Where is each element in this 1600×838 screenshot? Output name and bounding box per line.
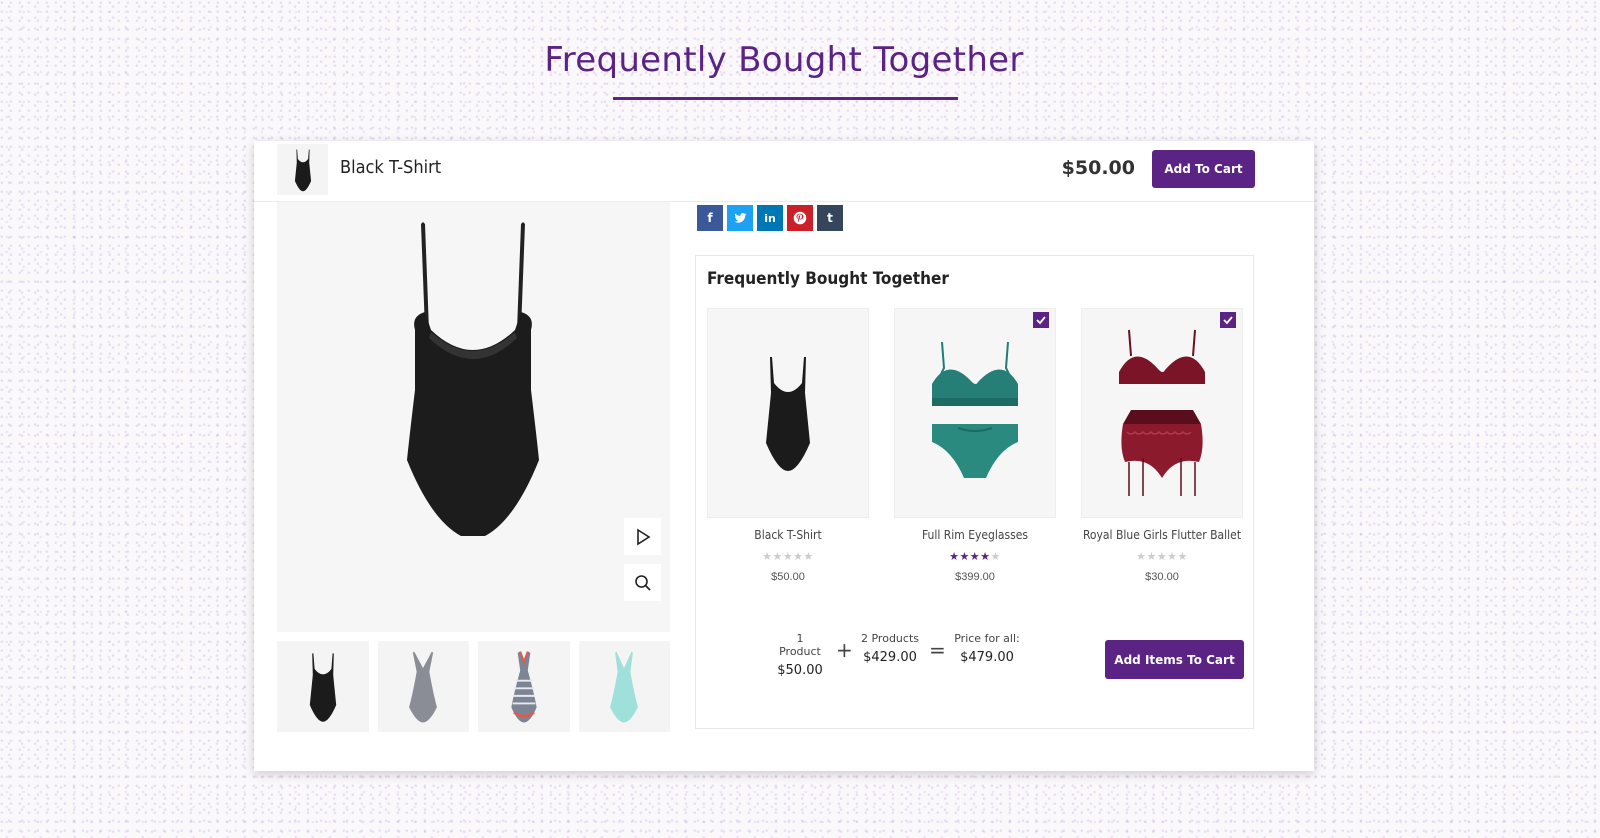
summary-second-label: 2 Products — [861, 632, 919, 645]
thumbnail-mint-swimsuit[interactable] — [578, 641, 670, 732]
summary-total: Price for all: $479.00 — [952, 632, 1022, 665]
thumbnail-grey-swimsuit[interactable] — [377, 641, 469, 732]
sticky-product-name: Black T-Shirt — [340, 157, 442, 178]
twitter-icon[interactable] — [727, 205, 753, 231]
rating-stars: ★★★★★ — [1136, 551, 1188, 563]
equals-sign: = — [929, 638, 946, 662]
fbt-item-checkbox[interactable] — [1033, 312, 1049, 328]
summary-first-label: 1 Product — [779, 632, 821, 658]
fbt-item-price: $30.00 — [1145, 571, 1179, 583]
fbt-item: Black T-Shirt ★★★★★ $50.00 — [707, 308, 869, 583]
fbt-item: Royal Blue Girls Flutter Ballet ★★★★★ $3… — [1081, 308, 1243, 583]
fbt-heading: Frequently Bought Together — [707, 269, 949, 289]
social-share-bar: f in t — [697, 205, 843, 231]
fbt-widget: Frequently Bought Together Black T-Shirt… — [695, 255, 1254, 729]
burgundy-lingerie-image — [1119, 329, 1205, 496]
sticky-product-price: $50.00 — [1061, 157, 1135, 179]
summary-first-value: $50.00 — [777, 663, 823, 678]
fbt-item-name[interactable]: Black T-Shirt — [707, 528, 869, 542]
tumblr-icon[interactable]: t — [817, 205, 843, 231]
fbt-item-name[interactable]: Full Rim Eyeglasses — [894, 528, 1056, 542]
pinterest-icon[interactable] — [787, 205, 813, 231]
thumbnail-striped-swimsuit[interactable] — [478, 641, 570, 732]
fbt-item-checkbox[interactable] — [1220, 312, 1236, 328]
summary-first: 1 Product $50.00 — [774, 632, 826, 678]
sticky-add-to-cart-bar: Black T-Shirt $50.00 Add To Cart — [254, 141, 1314, 202]
fbt-item-price: $50.00 — [771, 571, 805, 583]
black-bodysuit-image — [407, 222, 539, 536]
check-icon — [1223, 316, 1233, 325]
plus-sign: + — [836, 638, 853, 662]
title-underline — [613, 97, 958, 100]
summary-second: 2 Products $429.00 — [858, 632, 922, 665]
summary-second-value: $429.00 — [863, 650, 917, 665]
summary-total-label: Price for all: — [954, 632, 1020, 645]
page-title: Frequently Bought Together — [544, 40, 1024, 80]
zoom-icon — [634, 574, 651, 591]
fbt-item-image[interactable] — [707, 308, 869, 518]
fbt-item: Full Rim Eyeglasses ★★★★★ $399.00 — [894, 308, 1056, 583]
fbt-item-image[interactable] — [894, 308, 1056, 518]
thumbnail-strip — [277, 641, 670, 732]
black-bodysuit-image — [766, 357, 810, 471]
sticky-product-thumbnail — [277, 144, 328, 195]
add-to-cart-button[interactable]: Add To Cart — [1152, 150, 1255, 188]
main-product-image[interactable] — [277, 202, 670, 632]
play-video-button[interactable] — [624, 518, 661, 555]
rating-stars: ★★★★★ — [949, 551, 1001, 563]
play-icon — [636, 528, 650, 545]
product-card: Black T-Shirt $50.00 Add To Cart f in t … — [254, 141, 1314, 771]
add-items-to-cart-button[interactable]: Add Items To Cart — [1105, 640, 1244, 679]
thumbnail-black-bodysuit[interactable] — [277, 641, 369, 732]
teal-lingerie-image — [932, 341, 1018, 478]
facebook-icon[interactable]: f — [697, 205, 723, 231]
summary-total-value: $479.00 — [960, 650, 1014, 665]
rating-stars: ★★★★★ — [762, 551, 814, 563]
linkedin-icon[interactable]: in — [757, 205, 783, 231]
fbt-item-name[interactable]: Royal Blue Girls Flutter Ballet — [1081, 528, 1243, 542]
fbt-item-price: $399.00 — [955, 571, 995, 583]
zoom-button[interactable] — [624, 564, 661, 601]
check-icon — [1036, 316, 1046, 325]
fbt-item-image[interactable] — [1081, 308, 1243, 518]
